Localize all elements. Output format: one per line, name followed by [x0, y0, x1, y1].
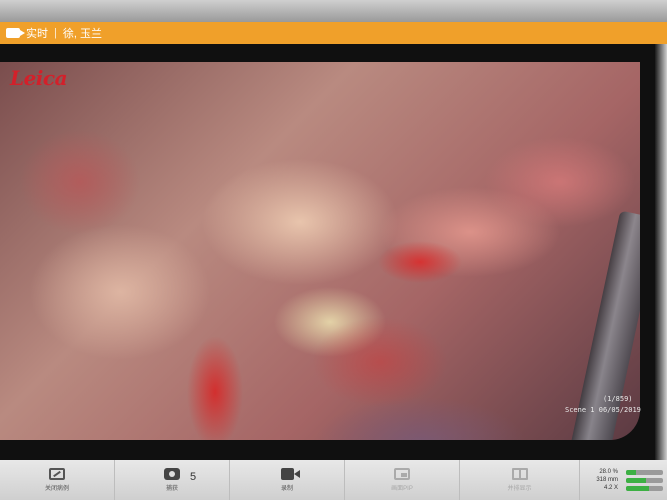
distance-readout: 318 mm — [596, 477, 618, 483]
brightness-readout: 28.0 % — [599, 469, 618, 475]
pip-button[interactable]: 画面PIP — [345, 460, 460, 500]
close-case-icon — [49, 468, 65, 480]
monitor-bezel — [0, 0, 667, 22]
zoom-bar-fill — [626, 485, 649, 491]
split-view-label: 并排显示 — [507, 486, 532, 492]
record-button[interactable]: 录制 — [230, 460, 345, 500]
scene-label: Scene 1 — [565, 406, 595, 414]
distance-bar[interactable] — [626, 477, 663, 483]
split-view-button[interactable]: 并排显示 — [460, 460, 580, 500]
brightness-bar[interactable] — [626, 469, 663, 475]
split-view-icon — [511, 468, 528, 480]
distance-bar-fill — [626, 477, 647, 483]
live-mode-label: 实时 — [26, 28, 48, 40]
bottom-toolbar: 关闭病例 捕获 5 录制 画面PIP 并排显示 28.0 % 318 mm 4.… — [0, 460, 667, 500]
scene-index: (1/859) — [603, 395, 633, 403]
close-case-label: 关闭病例 — [44, 486, 69, 492]
leica-logo: Leica — [10, 66, 68, 90]
title-bar: 实时 | 徐, 玉兰 — [0, 22, 667, 44]
brightness-bar-fill — [626, 469, 637, 475]
scene-date: 06/05/2019 — [598, 406, 641, 414]
record-label: 录制 — [280, 486, 293, 492]
capture-label: 捕获 — [165, 486, 178, 492]
video-record-icon — [280, 468, 300, 480]
zoom-readout: 4.2 X — [603, 485, 618, 491]
close-case-button[interactable]: 关闭病例 — [0, 460, 115, 500]
pip-label: 画面PIP — [391, 486, 413, 492]
title-separator: | — [54, 27, 57, 39]
camera-capture-icon — [164, 468, 180, 480]
screen-edge — [655, 44, 667, 460]
camera-icon — [6, 28, 25, 38]
patient-name: 徐, 玉兰 — [62, 28, 102, 40]
pip-icon — [394, 468, 410, 480]
scene-line: Scene 1 06/05/2019 — [565, 405, 641, 416]
capture-count: 5 — [190, 471, 197, 483]
scene-info-overlay: (1/859) Scene 1 06/05/2019 — [565, 394, 641, 416]
zoom-bar[interactable] — [626, 485, 663, 491]
readout-bars — [622, 460, 667, 500]
readout-values: 28.0 % 318 mm 4.2 X — [580, 460, 622, 500]
capture-button[interactable]: 捕获 5 — [115, 460, 230, 500]
live-video-feed[interactable] — [0, 62, 640, 440]
